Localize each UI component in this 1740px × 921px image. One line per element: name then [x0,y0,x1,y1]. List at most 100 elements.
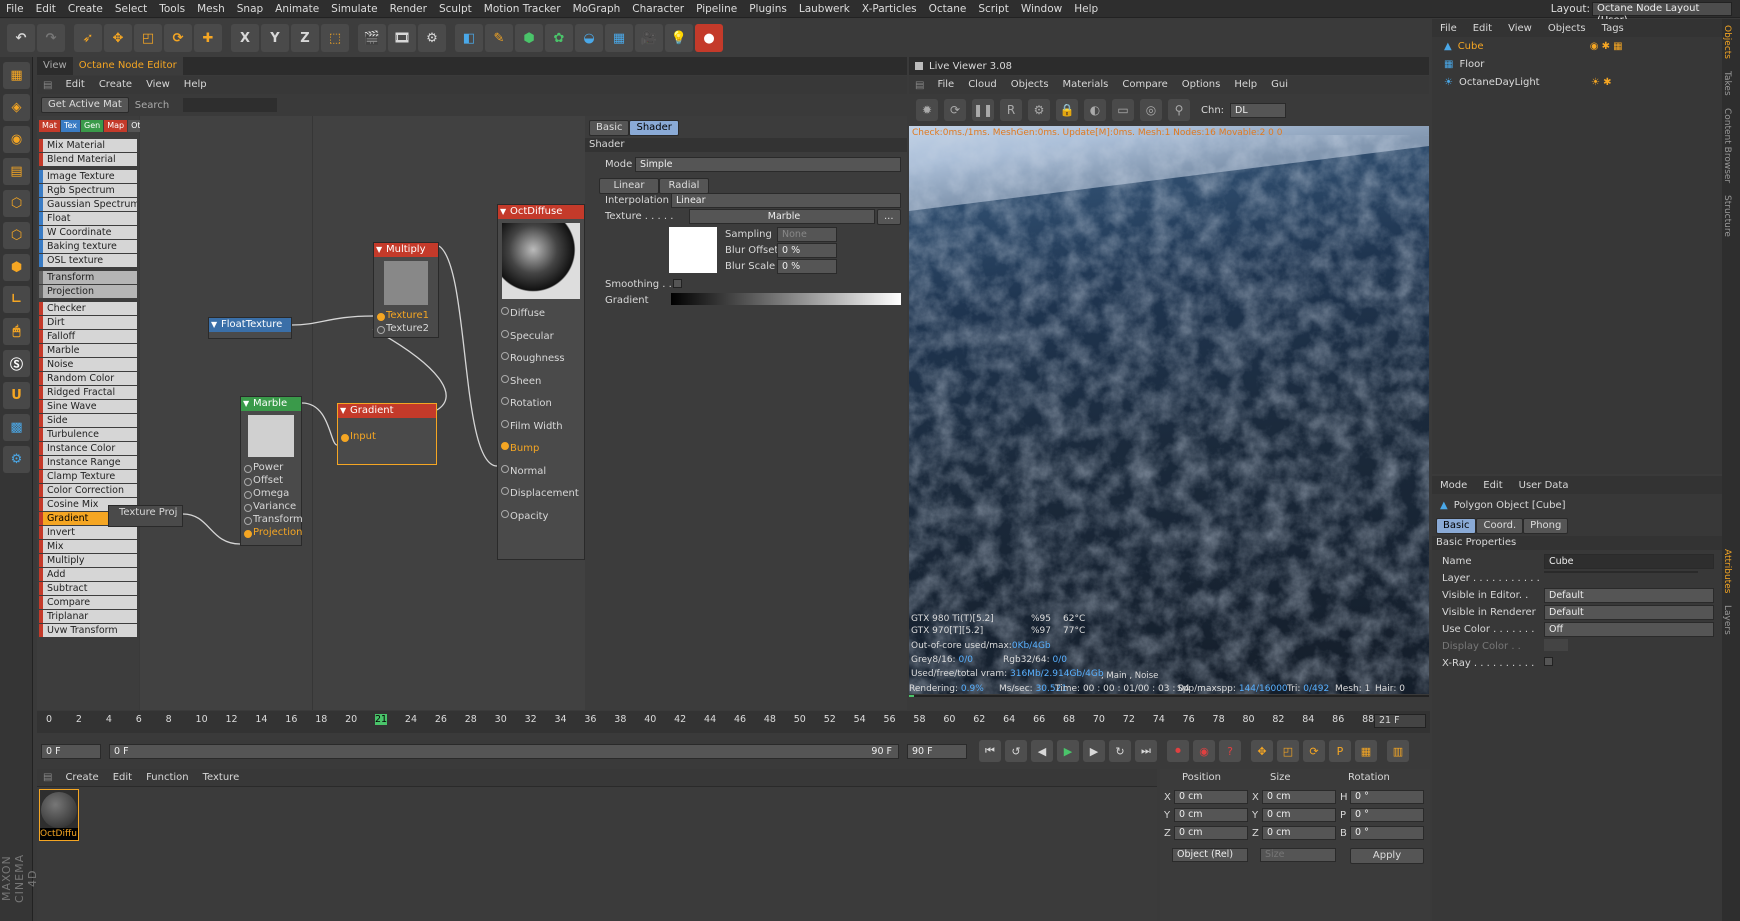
node-list-item-random-color[interactable]: Random Color [39,372,137,385]
layout-select[interactable]: Octane Node Layout (User) [1592,2,1732,26]
dock-tab-content-browser[interactable]: Content Browser [1722,102,1732,189]
restart-render-icon[interactable]: ⟳ [944,99,966,121]
node-list-item-side[interactable]: Side [39,414,137,427]
menu-script[interactable]: Script [972,0,1014,18]
menu-pipeline[interactable]: Pipeline [690,0,743,18]
menu-mesh[interactable]: Mesh [191,0,231,18]
linear-button[interactable]: Linear [599,178,659,194]
pin-gradient-input[interactable]: Input [338,430,436,443]
size-mode-select[interactable]: Size [1260,848,1336,862]
object-row-floor[interactable]: ▦ Floor [1432,55,1722,73]
pin-diffuse-normal[interactable]: Normal [498,461,584,484]
node-list-item-rgb-spectrum[interactable]: Rgb Spectrum [39,184,137,197]
render-viewport[interactable] [909,126,1429,694]
obj-menu-view[interactable]: View [1500,23,1540,34]
dock-tab-layers[interactable]: Layers [1722,599,1732,641]
object-name[interactable]: Floor [1459,59,1559,70]
node-list-item-ridged-fractal[interactable]: Ridged Fractal [39,386,137,399]
node-list-item-mix-material[interactable]: Mix Material [39,139,137,152]
node-list-item-instance-color[interactable]: Instance Color [39,442,137,455]
key-scale-icon[interactable]: ◰ [1277,740,1299,762]
category-mat[interactable]: Mat [39,120,60,132]
attr-menu-edit[interactable]: Edit [1475,480,1510,491]
rotate-icon[interactable]: ⟳ [164,24,192,52]
keyframe-selection-icon[interactable]: ? [1219,740,1241,762]
node-list-item-w-coordinate[interactable]: W Coordinate [39,226,137,239]
menu-snap[interactable]: Snap [231,0,269,18]
autokey-icon[interactable]: ◉ [1193,740,1215,762]
pin-diffuse-specular[interactable]: Specular [498,326,584,349]
next-frame-icon[interactable]: ▶ [1083,740,1105,762]
solo-icon[interactable]: Ⓢ [3,350,30,377]
make-editable-icon[interactable]: ▦ [3,62,30,89]
node-list-item-gaussian-spectrum[interactable]: Gaussian Spectrum [39,198,137,211]
coordinate-icon[interactable]: ✚ [194,24,222,52]
use-color-select[interactable]: Off [1544,622,1714,637]
end-frame-field[interactable]: 90 F [907,743,967,759]
key-rotation-icon[interactable]: ⟳ [1303,740,1325,762]
snap-icon[interactable]: U [3,382,30,409]
workplane-icon[interactable]: ▤ [3,158,30,185]
node-list-item-sine-wave[interactable]: Sine Wave [39,400,137,413]
send-scene-icon[interactable]: ✹ [916,99,938,121]
smoothing-checkbox[interactable] [673,279,682,288]
ne-menu-view[interactable]: View [139,76,177,94]
mat-menu-function[interactable]: Function [139,769,196,787]
tab-basic[interactable]: Basic [589,120,630,136]
z-axis-lock-icon[interactable]: Z [291,24,319,52]
prev-key-icon[interactable]: ↺ [1005,740,1027,762]
menu-select[interactable]: Select [109,0,153,18]
size-x-input[interactable]: 0 cm [1262,790,1336,804]
display-color-swatch[interactable] [1544,639,1568,651]
current-frame-readout[interactable]: 21 F [1374,714,1426,728]
world-coords-icon[interactable]: ⬚ [321,24,349,52]
attr-tab-phong[interactable]: Phong [1523,518,1569,534]
node-list-item-checker[interactable]: Checker [39,302,137,315]
pin-marble-transform[interactable]: Transform [241,513,303,526]
name-input[interactable]: Cube [1544,554,1714,569]
pin-diffuse-sheen[interactable]: Sheen [498,371,584,394]
node-list-item-add[interactable]: Add [39,568,137,581]
timeline-window-icon[interactable]: ▥ [1387,740,1409,762]
scale-icon[interactable]: ◰ [134,24,162,52]
coord-mode-select[interactable]: Object (Rel) [1172,848,1248,862]
menu-simulate[interactable]: Simulate [325,0,383,18]
pos-z-input[interactable]: 0 cm [1174,826,1248,840]
mode-select[interactable]: Simple [635,157,901,172]
lv-menu-help[interactable]: Help [1227,76,1264,94]
rot-p-input[interactable]: 0 ° [1350,808,1424,822]
pin-marble-power[interactable]: Power [241,461,301,474]
menu-help[interactable]: Help [1068,0,1104,18]
render-picture-icon[interactable]: 🎞 [388,24,416,52]
blur-scale-input[interactable]: 0 % [777,259,837,274]
mat-menu-texture[interactable]: Texture [196,769,247,787]
menu-animate[interactable]: Animate [269,0,325,18]
deformer-icon[interactable]: ◒ [575,24,603,52]
object-row-cube[interactable]: ▲ Cube ◉ ✱ ▦ [1432,37,1722,55]
go-to-start-icon[interactable]: ⏮ [979,740,1001,762]
node-list-item-blend-material[interactable]: Blend Material [39,153,137,166]
node-list-item-compare[interactable]: Compare [39,596,137,609]
channel-select[interactable]: DL [1230,102,1287,118]
node-multiply[interactable]: Multiply Texture1 Texture2 [373,242,439,338]
lv-menu-objects[interactable]: Objects [1004,76,1056,94]
menu-plugins[interactable]: Plugins [743,0,793,18]
pin-diffuse-diffuse[interactable]: Diffuse [498,303,584,326]
y-axis-lock-icon[interactable]: Y [261,24,289,52]
menu-tools[interactable]: Tools [153,0,191,18]
obj-menu-objects[interactable]: Objects [1540,23,1594,34]
model-mode-icon[interactable]: ◈ [3,94,30,121]
dock-tab-structure[interactable]: Structure [1722,189,1732,243]
menu-sculpt[interactable]: Sculpt [433,0,478,18]
record-keys-icon[interactable]: ⏺ [1167,740,1189,762]
axis-icon[interactable]: ∟ [3,286,30,313]
object-name[interactable]: Cube [1458,41,1558,52]
node-floattexture[interactable]: FloatTexture [208,317,292,339]
timeline-ruler[interactable]: 0 2 4 6 8 10 12 14 16 18 20 21 24 26 28 30 32 34 36 38 40 42 4… [37,711,1430,733]
texture-link-field[interactable]: Marble [689,209,875,224]
lock-workplane-icon[interactable]: ⚙ [3,446,30,473]
node-octdiffuse[interactable]: OctDiffuse DiffuseSpecularRoughnessSheen… [497,204,585,560]
attr-menu-mode[interactable]: Mode [1432,480,1475,491]
next-key-icon[interactable]: ↻ [1109,740,1131,762]
category-map[interactable]: Map [104,120,128,132]
